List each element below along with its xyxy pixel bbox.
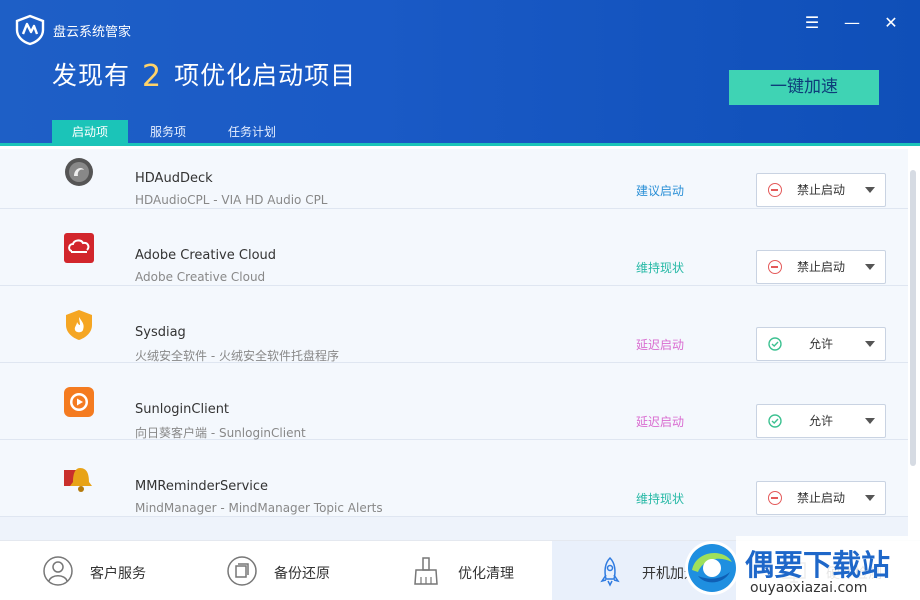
item-status: 维持现状 [636, 261, 685, 275]
nav-optimize-clean[interactable]: 优化清理 [368, 541, 552, 600]
app-logo-icon [15, 14, 45, 46]
header: 盘云系统管家 ☰ — ✕ 发现有 2 项优化启动项目 一键加速 启动项 服务项 任务… [0, 0, 920, 146]
menu-button[interactable]: ☰ [801, 12, 823, 34]
headline-prefix: 发现有 [52, 61, 131, 90]
watermark-url: ouyaoxiazai.com [750, 580, 868, 596]
chevron-down-icon [865, 187, 875, 193]
nav-label: 优化清理 [458, 566, 514, 582]
audio-deck-icon [65, 158, 93, 186]
item-description: 向日葵客户端 - SunloginClient [135, 426, 306, 440]
menu-icon: ☰ [804, 13, 820, 32]
minimize-button[interactable]: — [841, 12, 863, 34]
disable-icon [768, 260, 782, 274]
header-accent-stripe [0, 143, 920, 146]
item-description: MindManager - MindManager Topic Alerts [135, 501, 383, 515]
chevron-down-icon [865, 495, 875, 501]
minimize-icon: — [844, 13, 860, 32]
item-name: Adobe Creative Cloud [135, 248, 277, 263]
item-name: MMReminderService [135, 479, 269, 494]
nav-label: 客户服务 [90, 566, 146, 582]
chevron-down-icon [865, 341, 875, 347]
customer-service-icon [43, 556, 73, 586]
chevron-down-icon [865, 418, 875, 424]
headline: 发现有 2 项优化启动项目 [52, 56, 356, 94]
mindmanager-bell-icon [64, 468, 92, 492]
item-status: 维持现状 [636, 492, 685, 506]
item-description: Adobe Creative Cloud [135, 270, 266, 284]
list-scrollbar[interactable] [910, 170, 916, 466]
list-item: MMReminderService MindManager - MindMana… [0, 440, 908, 517]
tab-scheduled-tasks[interactable]: 任务计划 [208, 120, 296, 144]
nav-backup-restore[interactable]: 备份还原 [184, 541, 368, 600]
item-status: 延迟启动 [636, 338, 685, 352]
action-dropdown[interactable]: 禁止启动 [756, 173, 886, 207]
item-name: SunloginClient [135, 402, 230, 417]
check-circle-icon [768, 414, 782, 428]
disable-icon [768, 183, 782, 197]
close-button[interactable]: ✕ [880, 12, 902, 34]
action-dropdown[interactable]: 允许 [756, 327, 886, 361]
item-name: Sysdiag [135, 325, 186, 340]
item-name: HDAudDeck [135, 171, 213, 186]
one-click-boost-button[interactable]: 一键加速 [729, 70, 879, 105]
adobe-cc-icon [64, 233, 94, 263]
nav-boot-speedup[interactable]: 开机加速 [552, 541, 736, 600]
headline-count: 2 [142, 59, 163, 94]
sunlogin-icon [64, 387, 94, 417]
app-title: 盘云系统管家 [53, 25, 132, 40]
nav-customer-service[interactable]: 客户服务 [0, 541, 184, 600]
action-label: 允许 [808, 414, 833, 428]
startup-list: HDAudDeck HDAudioCPL - VIA HD Audio CPL … [0, 149, 908, 540]
tab-startup[interactable]: 启动项 [52, 120, 129, 144]
action-label: 允许 [808, 337, 833, 351]
action-label: 禁止启动 [796, 183, 845, 197]
backup-restore-icon [227, 556, 257, 586]
disable-icon [768, 491, 782, 505]
item-status: 建议启动 [636, 184, 685, 198]
action-dropdown[interactable]: 禁止启动 [756, 250, 886, 284]
cleanup-brush-icon [414, 557, 438, 585]
action-dropdown[interactable]: 允许 [756, 404, 886, 438]
check-circle-icon [768, 337, 782, 351]
nav-label: 开机加速 [642, 566, 698, 582]
item-description: HDAudioCPL - VIA HD Audio CPL [135, 193, 328, 207]
action-label: 禁止启动 [796, 260, 845, 274]
nav-label: 备份还原 [274, 566, 330, 582]
rocket-icon [600, 556, 620, 587]
item-status: 延迟启动 [636, 415, 685, 429]
huorong-shield-icon [66, 310, 92, 340]
tab-services[interactable]: 服务项 [130, 120, 206, 144]
list-item: SunloginClient 向日葵客户端 - SunloginClient 延… [0, 363, 908, 440]
action-label: 禁止启动 [796, 491, 845, 505]
close-icon: ✕ [884, 13, 898, 32]
headline-suffix: 项优化启动项目 [174, 61, 357, 90]
list-item: Adobe Creative Cloud Adobe Creative Clou… [0, 209, 908, 286]
chevron-down-icon [865, 264, 875, 270]
watermark-text: 偶要下载站 [745, 548, 891, 582]
item-description: 火绒安全软件 - 火绒安全软件托盘程序 [135, 349, 339, 363]
list-item: HDAudDeck HDAudioCPL - VIA HD Audio CPL … [0, 149, 908, 209]
tab-bar: 启动项 服务项 任务计划 [52, 120, 298, 144]
action-dropdown[interactable]: 禁止启动 [756, 481, 886, 515]
list-item: Sysdiag 火绒安全软件 - 火绒安全软件托盘程序 延迟启动 允许 [0, 286, 908, 363]
